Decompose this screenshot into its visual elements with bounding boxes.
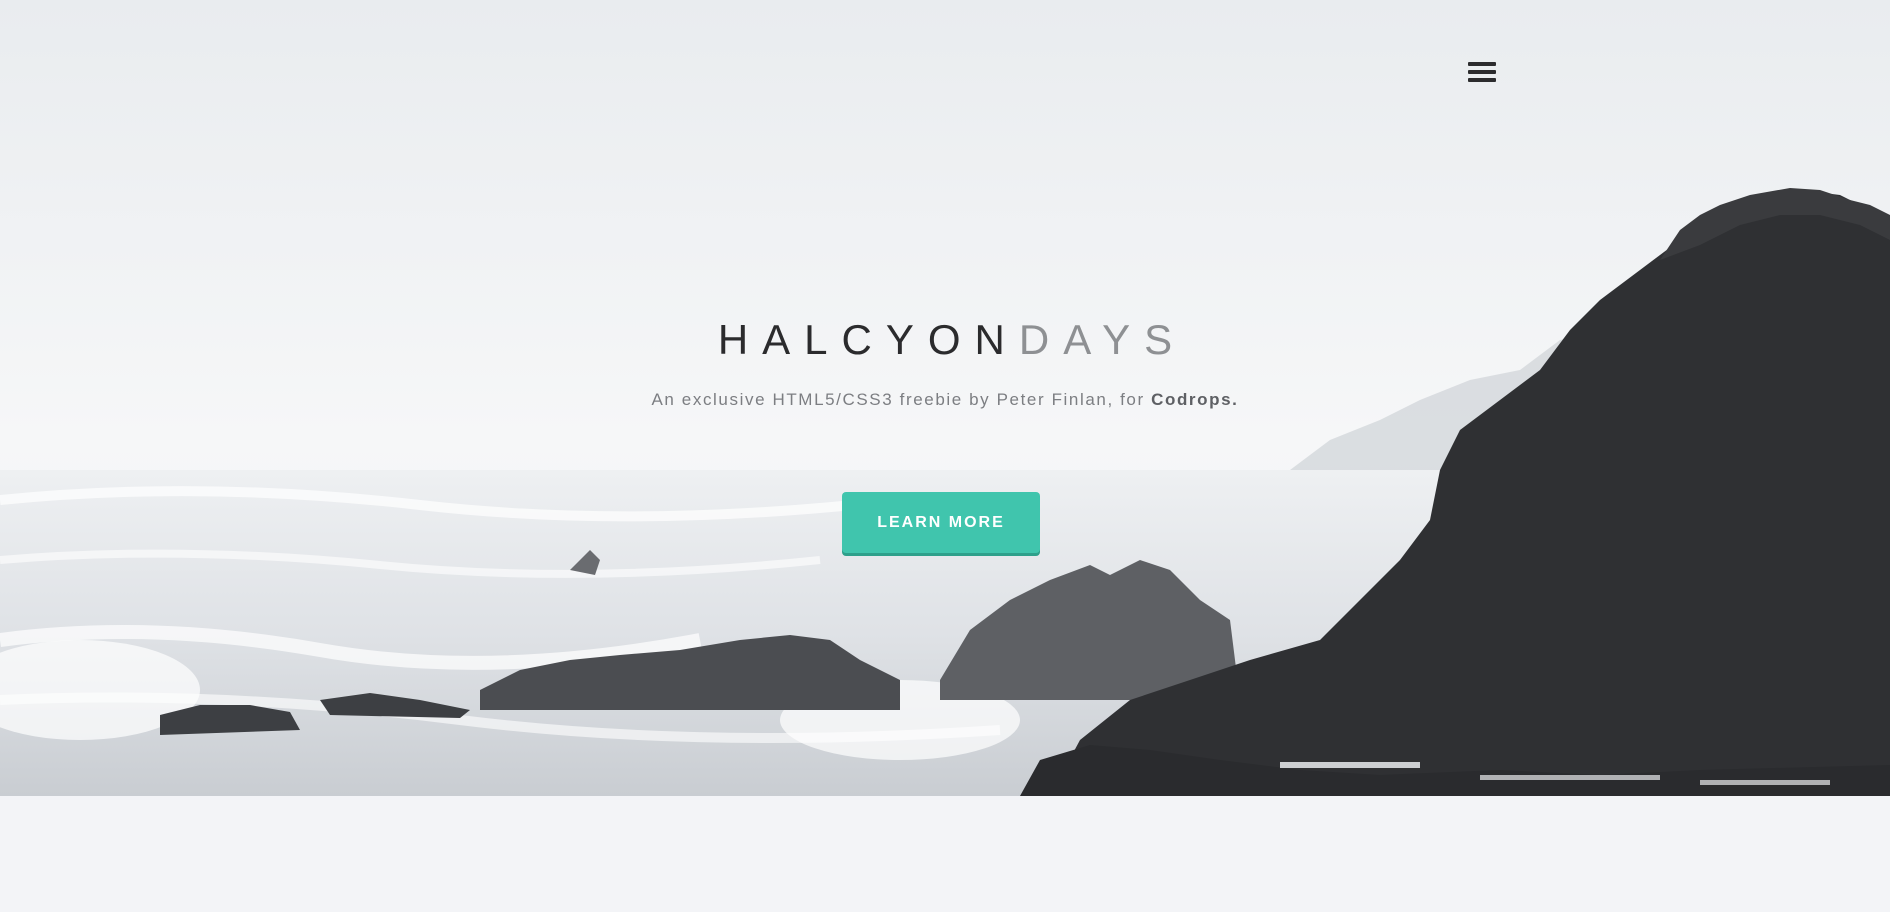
codrops-link[interactable]: Codrops. [1151, 390, 1238, 409]
content-section [0, 796, 1890, 912]
menu-bar-top [1468, 62, 1496, 66]
site-title-primary: HALCYON [717, 316, 1019, 363]
hamburger-menu-icon[interactable] [1468, 60, 1496, 86]
site-title-secondary: DAYS [1018, 316, 1187, 363]
hero-subtitle: An exclusive HTML5/CSS3 freebie by Peter… [0, 390, 1890, 410]
menu-bar-bottom [1468, 78, 1496, 82]
site-title: HALCYONDAYS [0, 312, 1890, 368]
hero-subtitle-text: An exclusive HTML5/CSS3 freebie by Peter… [651, 390, 1152, 409]
menu-bar-middle [1468, 70, 1496, 74]
learn-more-button[interactable]: LEARN MORE [842, 492, 1040, 553]
hero-section: HALCYONDAYS An exclusive HTML5/CSS3 free… [0, 0, 1890, 796]
